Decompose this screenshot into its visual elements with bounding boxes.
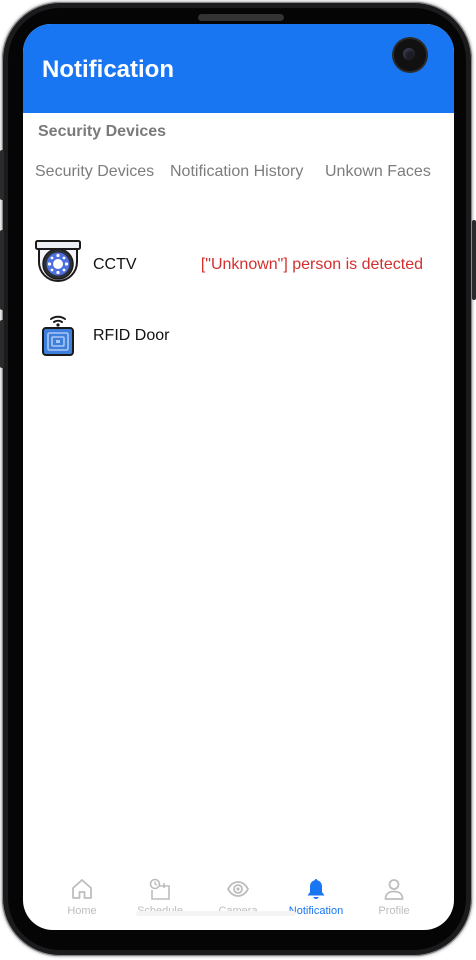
profile-icon — [384, 879, 404, 900]
front-camera — [394, 39, 426, 71]
side-button-left-bottom — [0, 320, 4, 368]
device-name-cctv: CCTV — [93, 256, 137, 273]
side-button-left-top — [0, 150, 4, 200]
section-title: Security Devices — [38, 123, 167, 140]
bell-icon — [307, 879, 325, 899]
home-icon — [72, 879, 92, 899]
tab-notification-history[interactable]: Notification History — [170, 163, 303, 181]
nav-label-profile: Profile — [378, 905, 410, 917]
nav-home[interactable]: Home — [42, 877, 122, 917]
screen: Notification Security Devices Security D… — [23, 24, 454, 930]
tab-unknown-faces[interactable]: Unkown Faces — [325, 163, 431, 181]
earpiece-speaker — [198, 14, 284, 21]
side-button-left-mid — [0, 230, 4, 310]
schedule-icon — [149, 878, 170, 900]
device-row-rfid-door[interactable]: RFID Door — [23, 311, 454, 361]
device-row-cctv[interactable]: CCTV ["Unknown"] person is detected — [23, 240, 454, 290]
nav-label-home: Home — [67, 905, 97, 917]
nav-profile[interactable]: Profile — [354, 877, 434, 917]
detection-alert: ["Unknown"] person is detected — [200, 256, 423, 273]
cctv-camera-icon — [35, 240, 81, 282]
side-button-right — [472, 220, 476, 300]
page-title: Notification — [42, 56, 174, 83]
rfid-card-icon — [42, 315, 74, 356]
device-name-rfid-door: RFID Door — [93, 327, 170, 344]
eye-icon — [226, 881, 250, 897]
tab-bar: Security Devices Notification History Un… — [23, 163, 454, 185]
tab-security-devices[interactable]: Security Devices — [35, 163, 154, 181]
home-indicator[interactable] — [136, 911, 296, 916]
app-bar: Notification — [23, 24, 454, 113]
